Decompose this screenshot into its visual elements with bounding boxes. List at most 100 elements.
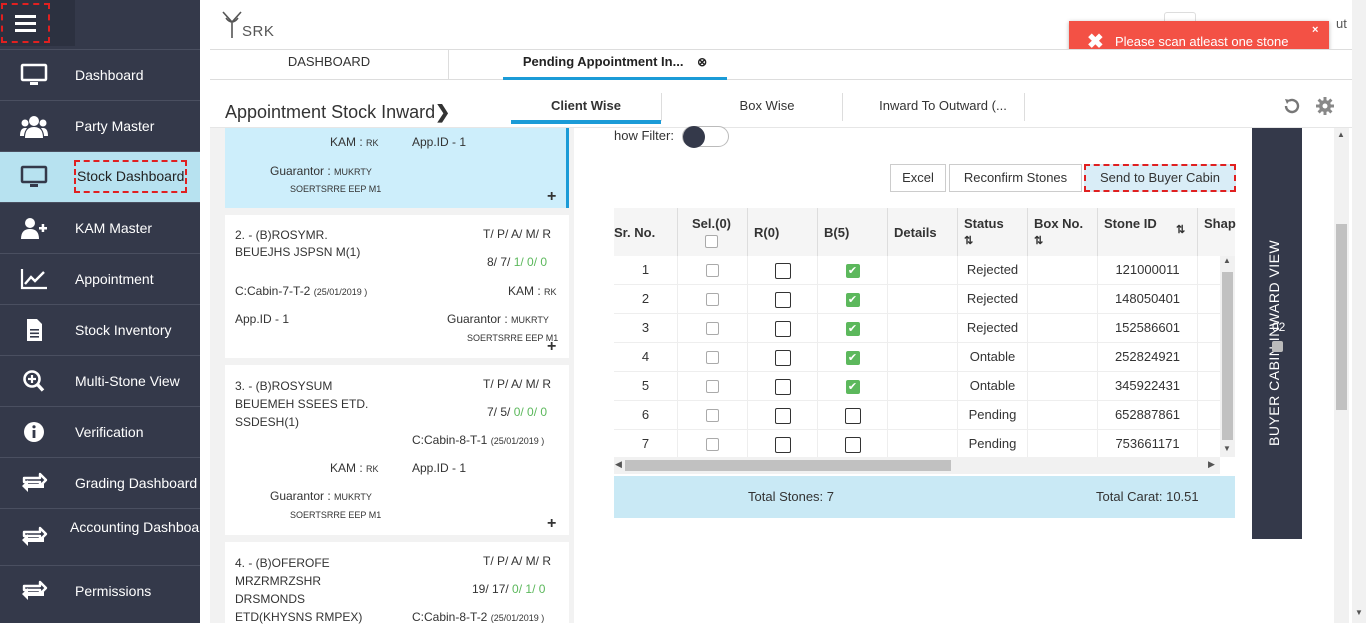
sort-icon[interactable]: ⇅ <box>964 234 973 247</box>
cabin: C:Cabin-8-T-1 <box>412 433 488 447</box>
r-checkbox[interactable] <box>774 349 791 366</box>
column-header-sr-no[interactable]: Sr. No. <box>614 208 678 256</box>
subtab-inward-label: Inward To Outward (... <box>879 98 1007 113</box>
appointment-card[interactable]: 3. - (B)ROSYSUM BEUEMEH SSEES ETD. SSDES… <box>225 365 569 535</box>
tab-dashboard[interactable]: DASHBOARD <box>210 50 449 80</box>
subtab-inward-to-outward[interactable]: Inward To Outward (... <box>862 93 1024 124</box>
show-filter-toggle[interactable] <box>682 126 729 148</box>
column-header-stone-id[interactable]: Stone ID ⇅ <box>1098 208 1198 256</box>
table-row[interactable]: 3 ✔ Rejected 152586601 <box>614 314 1220 343</box>
table-vertical-scrollbar[interactable]: ▲ ▼ <box>1220 256 1235 457</box>
table-row[interactable]: 6 Pending 652887861 <box>614 401 1220 430</box>
chevron-right-icon[interactable]: ❯ <box>435 102 450 122</box>
sr-no: 5 <box>614 372 678 401</box>
sort-icon[interactable]: ⇅ <box>1176 223 1185 236</box>
sidebar-item-label: Verification <box>75 424 144 440</box>
guarantor-value: MUKRTY <box>334 167 372 177</box>
content-scrollbar[interactable]: ▲ <box>1334 128 1349 623</box>
subtab-client-wise[interactable]: Client Wise <box>511 93 661 124</box>
sidebar-item-label: Permissions <box>75 583 152 599</box>
select-checkbox[interactable] <box>706 322 719 336</box>
column-header-details[interactable]: Details <box>888 208 958 256</box>
appointment-card[interactable]: KAM : RK App.ID - 1 Guarantor : MUKRTY S… <box>225 128 569 208</box>
sidebar-item-grading-dashboard[interactable]: Grading Dashboard <box>0 457 200 508</box>
scroll-right-icon[interactable]: ▶ <box>1208 459 1215 470</box>
reconfirm-stones-button[interactable]: Reconfirm Stones <box>949 164 1082 192</box>
sel-cell <box>678 256 748 285</box>
table-row[interactable]: 4 ✔ Ontable 252824921 <box>614 343 1220 372</box>
column-header-b-5[interactable]: B(5) <box>818 208 888 256</box>
page-title-text: Appointment Stock Inward <box>225 102 436 122</box>
b-checkbox-checked[interactable]: ✔ <box>845 292 860 307</box>
sidebar-item-dashboard[interactable]: Dashboard <box>0 49 200 100</box>
select-checkbox[interactable] <box>706 264 719 278</box>
table-row[interactable]: 5 ✔ Ontable 345922431 <box>614 372 1220 401</box>
tab-pending-appointment[interactable]: Pending Appointment In... ⊗ <box>503 50 727 80</box>
scroll-up-icon[interactable]: ▲ <box>1223 256 1231 265</box>
scroll-left-icon[interactable]: ◀ <box>615 459 622 470</box>
table-row[interactable]: 7 Pending 753661171 <box>614 430 1220 459</box>
excel-button[interactable]: Excel <box>890 164 946 192</box>
sidebar-item-multi-stone-view[interactable]: Multi-Stone View <box>0 355 200 406</box>
toast-close-button[interactable]: × <box>1312 24 1318 36</box>
send-to-buyer-cabin-button[interactable]: Send to Buyer Cabin <box>1084 164 1236 192</box>
guarantor-value: MUKRTY <box>511 315 549 325</box>
select-all-checkbox[interactable] <box>705 235 718 248</box>
scroll-down-icon[interactable]: ▼ <box>1355 608 1363 617</box>
scroll-down-icon[interactable]: ▼ <box>1223 444 1231 453</box>
column-header-sel-0[interactable]: Sel.(0) <box>678 208 748 256</box>
r-checkbox[interactable] <box>774 262 791 279</box>
r-checkbox[interactable] <box>774 320 791 337</box>
b-checkbox[interactable] <box>844 436 861 453</box>
sidebar-item-permissions[interactable]: Permissions <box>0 565 200 616</box>
table-row[interactable]: 2 ✔ Rejected 148050401 <box>614 285 1220 314</box>
sidebar-item-party-master[interactable]: Party Master <box>0 100 200 151</box>
horizontal-scrollbar[interactable]: ◀ ▶ <box>614 457 1220 474</box>
select-checkbox[interactable] <box>706 438 719 452</box>
sidebar-item-accounting-dashboard[interactable]: Accounting Dashboard <box>0 508 212 565</box>
sidebar-item-verification[interactable]: Verification <box>0 406 200 457</box>
sort-icon[interactable]: ⇅ <box>1034 234 1043 247</box>
b-cell: ✔ <box>818 256 888 285</box>
sidebar-item-stock-inventory[interactable]: Stock Inventory <box>0 304 200 355</box>
appointment-card[interactable]: 2. - (B)ROSYMR. BEUEJHS JSPSN M(1) T/ P/… <box>225 215 569 358</box>
appointment-card[interactable]: 4. - (B)OFEROFE MRZRMRZSHR DRSMONDS ETD(… <box>225 542 569 624</box>
menu-toggle-button[interactable] <box>0 0 75 46</box>
b-checkbox[interactable] <box>844 407 861 424</box>
r-checkbox[interactable] <box>774 291 791 308</box>
sidebar-item-appointment[interactable]: Appointment <box>0 253 200 304</box>
refresh-icon[interactable] <box>1282 96 1302 116</box>
scroll-up-icon[interactable]: ▲ <box>1337 130 1345 139</box>
sr-no: 7 <box>614 430 678 459</box>
expand-plus-icon[interactable]: + <box>547 188 556 206</box>
sidebar-item-stock-dashboard[interactable]: Stock Dashboard <box>0 151 200 202</box>
gear-icon[interactable] <box>1315 96 1335 116</box>
table-row[interactable]: 1 ✔ Rejected 121000011 <box>614 256 1220 285</box>
b-checkbox-checked[interactable]: ✔ <box>845 379 860 394</box>
select-checkbox[interactable] <box>706 409 719 423</box>
page-scrollbar[interactable]: ▼ <box>1352 0 1366 623</box>
b-checkbox-checked[interactable]: ✔ <box>845 350 860 365</box>
signout-link[interactable]: ut <box>1336 16 1347 31</box>
r-checkbox[interactable] <box>774 436 791 453</box>
expand-plus-icon[interactable]: + <box>547 515 556 533</box>
column-header-status[interactable]: Status ⇅ <box>958 208 1028 256</box>
card-title: 4. - (B)OFEROFE MRZRMRZSHR DRSMONDS ETD(… <box>235 556 363 624</box>
select-checkbox[interactable] <box>706 380 719 394</box>
subtab-box-wise[interactable]: Box Wise <box>692 93 842 124</box>
expand-plus-icon[interactable]: + <box>547 338 556 356</box>
r-checkbox[interactable] <box>774 407 791 424</box>
tab-close-icon[interactable]: ⊗ <box>697 55 707 69</box>
column-header-box-no[interactable]: Box No. ⇅ <box>1028 208 1098 256</box>
r-checkbox[interactable] <box>774 378 791 395</box>
buyer-cabin-checkbox[interactable] <box>1272 341 1283 352</box>
srk-logo[interactable]: SRK <box>220 10 274 43</box>
b-checkbox-checked[interactable]: ✔ <box>845 321 860 336</box>
select-checkbox[interactable] <box>706 351 719 365</box>
select-checkbox[interactable] <box>706 293 719 307</box>
column-header-r-0[interactable]: R(0) <box>748 208 818 256</box>
b-checkbox-checked[interactable]: ✔ <box>845 263 860 278</box>
column-header-shap[interactable]: Shap <box>1198 208 1236 256</box>
sidebar-item-kam-master[interactable]: KAM Master <box>0 202 200 253</box>
guarantor-label: Guarantor : <box>447 312 508 326</box>
